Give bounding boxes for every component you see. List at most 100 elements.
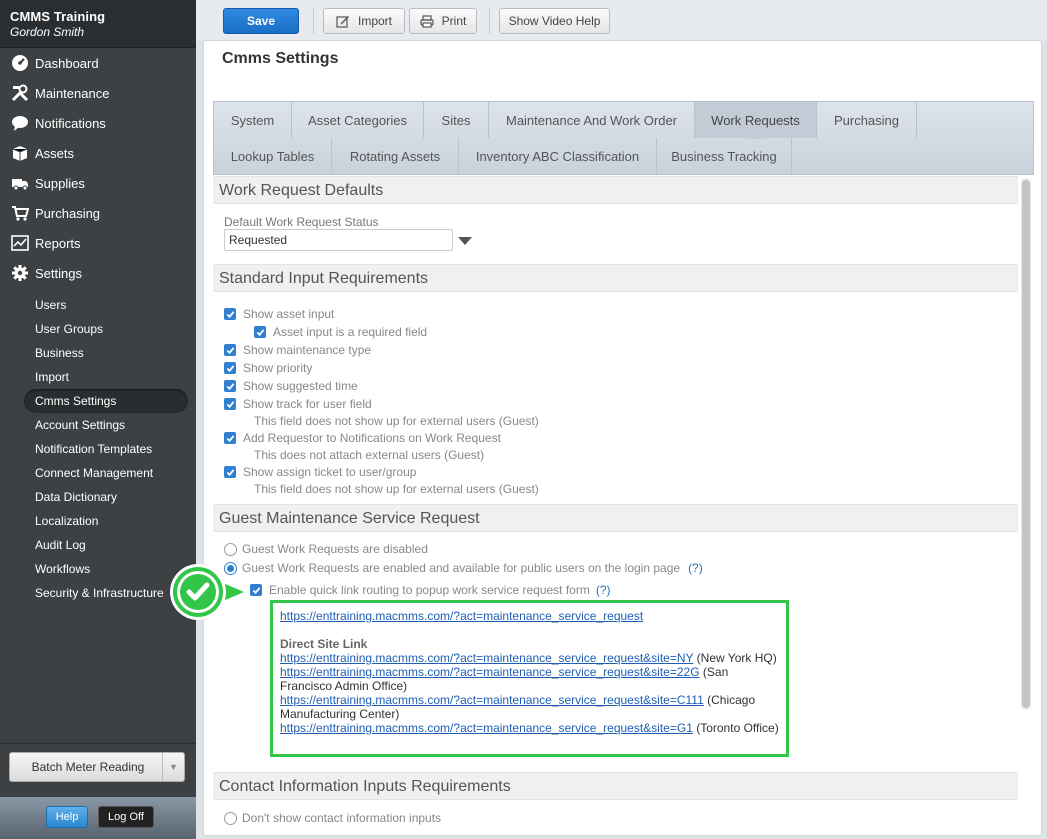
checkbox[interactable] bbox=[224, 432, 236, 444]
option-note: This field does not show up for external… bbox=[254, 482, 539, 496]
show-priority-option[interactable]: Show priority bbox=[224, 360, 312, 376]
site-link[interactable]: https://enttraining.macmms.com/?act=main… bbox=[280, 721, 693, 735]
help-button[interactable]: Help bbox=[46, 806, 88, 828]
nav-reports[interactable]: Reports bbox=[0, 228, 196, 258]
site-link[interactable]: https://enttraining.macmms.com/?act=main… bbox=[280, 693, 704, 707]
service-request-link[interactable]: https://enttraining.macmms.com/?act=main… bbox=[280, 609, 643, 623]
sidebar-item-account-settings[interactable]: Account Settings bbox=[0, 413, 196, 437]
asset-required-option[interactable]: Asset input is a required field bbox=[254, 324, 427, 340]
checkbox[interactable] bbox=[224, 308, 236, 320]
save-button[interactable]: Save bbox=[223, 8, 299, 34]
nav-assets[interactable]: Assets bbox=[0, 138, 196, 168]
sidebar: CMMS Training Gordon Smith Dashboard Mai… bbox=[0, 0, 196, 839]
sidebar-item-connect-management[interactable]: Connect Management bbox=[0, 461, 196, 485]
tab-rotating-assets[interactable]: Rotating Assets bbox=[332, 138, 459, 174]
option-label: Show assign ticket to user/group bbox=[243, 465, 417, 479]
gear-icon bbox=[10, 264, 30, 282]
log-off-button[interactable]: Log Off bbox=[98, 806, 154, 828]
print-button[interactable]: Print bbox=[409, 8, 477, 34]
checkbox[interactable] bbox=[224, 362, 236, 374]
add-requestor-option[interactable]: Add Requestor to Notifications on Work R… bbox=[224, 430, 501, 446]
box-icon bbox=[10, 144, 30, 162]
checkbox[interactable] bbox=[224, 398, 236, 410]
show-video-help-button[interactable]: Show Video Help bbox=[499, 8, 610, 34]
scrollbar[interactable] bbox=[1021, 178, 1031, 710]
scrollbar-thumb[interactable] bbox=[1022, 180, 1030, 708]
chart-icon bbox=[10, 234, 30, 252]
tab-business-tracking[interactable]: Business Tracking bbox=[657, 138, 792, 174]
show-track-option[interactable]: Show track for user field bbox=[224, 396, 372, 412]
tab-asset-categories[interactable]: Asset Categories bbox=[292, 102, 424, 138]
dashboard-icon bbox=[10, 54, 30, 72]
sidebar-item-audit-log[interactable]: Audit Log bbox=[0, 533, 196, 557]
checkbox[interactable] bbox=[250, 584, 262, 596]
nav-supplies[interactable]: Supplies bbox=[0, 168, 196, 198]
nav-purchasing[interactable]: Purchasing bbox=[0, 198, 196, 228]
nav-label: Assets bbox=[35, 145, 75, 161]
site-link[interactable]: https://enttraining.macmms.com/?act=main… bbox=[280, 651, 693, 665]
nav-maintenance[interactable]: Maintenance bbox=[0, 78, 196, 108]
radio[interactable] bbox=[224, 811, 237, 825]
batch-area: Batch Meter Reading ▼ bbox=[0, 743, 196, 797]
tab-maintenance-and-work-order[interactable]: Maintenance And Work Order bbox=[489, 102, 695, 138]
main-nav: Dashboard Maintenance Notifications Asse… bbox=[0, 48, 196, 288]
nav-settings[interactable]: Settings bbox=[0, 258, 196, 288]
option-label: Add Requestor to Notifications on Work R… bbox=[243, 431, 501, 445]
sidebar-item-notification-templates[interactable]: Notification Templates bbox=[0, 437, 196, 461]
sidebar-item-cmms-settings[interactable]: Cmms Settings bbox=[24, 389, 188, 413]
sidebar-item-data-dictionary[interactable]: Data Dictionary bbox=[0, 485, 196, 509]
nav-dashboard[interactable]: Dashboard bbox=[0, 48, 196, 78]
tab-inventory-abc-classification[interactable]: Inventory ABC Classification bbox=[459, 138, 657, 174]
option-label: Guest Work Requests are enabled and avai… bbox=[242, 561, 681, 575]
option-note: This does not attach external users (Gue… bbox=[254, 448, 485, 462]
nav-notifications[interactable]: Notifications bbox=[0, 108, 196, 138]
checkbox[interactable] bbox=[254, 326, 266, 338]
section-heading: Guest Maintenance Service Request bbox=[213, 504, 1018, 532]
sidebar-item-users[interactable]: Users bbox=[0, 293, 196, 317]
tab-system[interactable]: System bbox=[214, 102, 292, 138]
chevron-down-icon[interactable]: ▼ bbox=[162, 753, 184, 781]
sidebar-item-import[interactable]: Import bbox=[0, 365, 196, 389]
sidebar-item-localization[interactable]: Localization bbox=[0, 509, 196, 533]
tab-work-requests[interactable]: Work Requests bbox=[695, 102, 817, 139]
toolbar-divider bbox=[489, 8, 490, 34]
show-maintenance-type-option[interactable]: Show maintenance type bbox=[224, 342, 371, 358]
guest-disabled-option[interactable]: Guest Work Requests are disabled bbox=[224, 541, 428, 557]
truck-icon bbox=[10, 174, 30, 192]
help-link[interactable]: (?) bbox=[688, 561, 703, 575]
checkbox[interactable] bbox=[224, 380, 236, 392]
nav-label: Purchasing bbox=[35, 205, 101, 221]
option-label: Show maintenance type bbox=[243, 343, 372, 357]
printer-icon bbox=[420, 14, 434, 28]
nav-label: Notifications bbox=[35, 115, 106, 131]
checkbox[interactable] bbox=[224, 344, 236, 356]
sidebar-item-business[interactable]: Business bbox=[0, 341, 196, 365]
toolbar: Save Import Print Show Video Help bbox=[196, 0, 1047, 40]
chevron-down-icon[interactable] bbox=[458, 237, 472, 245]
guest-enabled-option[interactable]: Guest Work Requests are enabled and avai… bbox=[224, 560, 703, 576]
tools-icon bbox=[10, 84, 30, 102]
site-link-item: https://enttraining.macmms.com/?act=main… bbox=[280, 651, 779, 665]
brand-header: CMMS Training Gordon Smith bbox=[0, 0, 196, 48]
show-assign-option[interactable]: Show assign ticket to user/group bbox=[224, 464, 416, 480]
show-asset-input-option[interactable]: Show asset input bbox=[224, 306, 334, 322]
tab-lookup-tables[interactable]: Lookup Tables bbox=[214, 138, 332, 174]
show-suggested-time-option[interactable]: Show suggested time bbox=[224, 378, 358, 394]
quick-link-option[interactable]: Enable quick link routing to popup work … bbox=[250, 582, 611, 598]
checkbox[interactable] bbox=[224, 466, 236, 478]
tab-purchasing[interactable]: Purchasing bbox=[817, 102, 917, 138]
option-label: Show suggested time bbox=[243, 379, 358, 393]
import-button[interactable]: Import bbox=[323, 8, 405, 34]
import-label: Import bbox=[357, 14, 392, 28]
radio[interactable] bbox=[224, 542, 237, 556]
default-status-select[interactable]: Requested bbox=[224, 229, 453, 251]
tab-sites[interactable]: Sites bbox=[424, 102, 489, 138]
batch-meter-reading-button[interactable]: Batch Meter Reading ▼ bbox=[9, 752, 185, 782]
option-label: Asset input is a required field bbox=[273, 325, 428, 339]
user-name: Gordon Smith bbox=[10, 25, 85, 39]
dont-show-contact-option[interactable]: Don't show contact information inputs bbox=[224, 810, 441, 826]
sidebar-item-user-groups[interactable]: User Groups bbox=[0, 317, 196, 341]
site-link[interactable]: https://enttraining.macmms.com/?act=main… bbox=[280, 665, 700, 679]
help-link[interactable]: (?) bbox=[596, 583, 611, 597]
settings-tabs: System Asset Categories Sites Maintenanc… bbox=[213, 101, 1034, 175]
